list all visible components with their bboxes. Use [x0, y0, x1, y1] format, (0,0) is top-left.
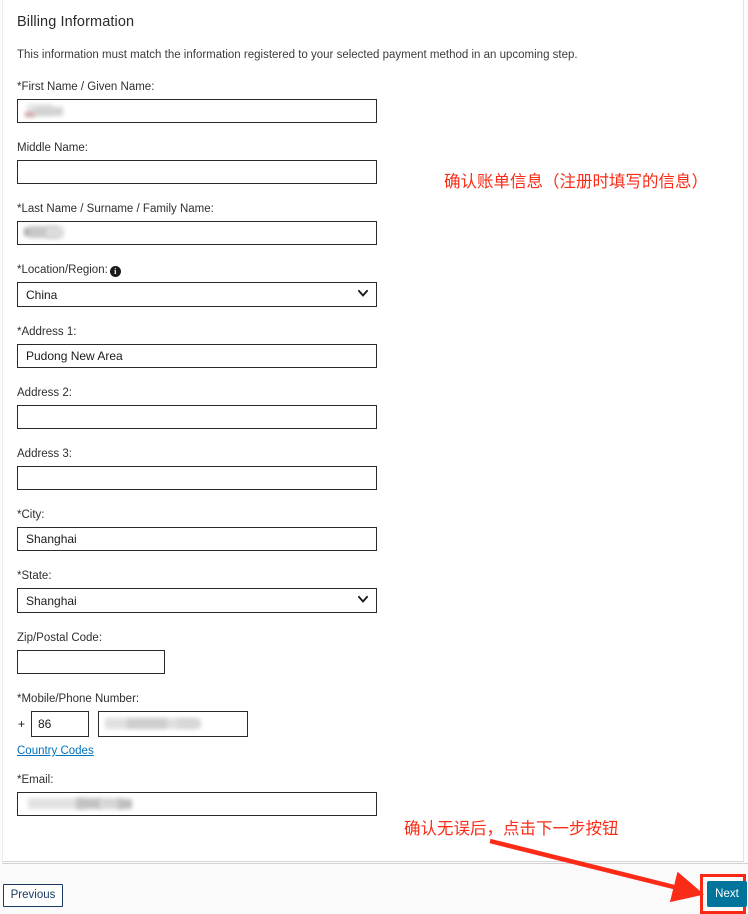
annotation-billing-info: 确认账单信息（注册时填写的信息） [444, 172, 708, 191]
middle-name-label: Middle Name: [17, 142, 88, 154]
phone-number-input[interactable] [98, 711, 248, 737]
address-2-label: Address 2: [17, 387, 72, 399]
page-description: This information must match the informat… [17, 49, 578, 61]
location-region-select[interactable]: China [17, 282, 377, 307]
email-input[interactable] [17, 792, 377, 816]
first-name-label: *First Name / Given Name: [17, 81, 155, 93]
middle-name-input[interactable] [17, 160, 377, 184]
annotation-click-next: 确认无误后，点击下一步按钮 [404, 819, 619, 838]
page-title: Billing Information [17, 14, 135, 30]
address-3-input[interactable] [17, 466, 377, 490]
field-last-name: *Last Name / Surname / Family Name: [17, 202, 729, 245]
address-1-label: *Address 1: [17, 326, 77, 338]
zip-label: Zip/Postal Code: [17, 632, 103, 644]
city-input[interactable] [17, 527, 377, 551]
billing-form-card: Billing Information This information mus… [2, 0, 744, 862]
field-state: *State: Shanghai [17, 569, 729, 613]
address-2-input[interactable] [17, 405, 377, 429]
address-1-input[interactable] [17, 344, 377, 368]
field-phone: *Mobile/Phone Number: + Country Codes [17, 692, 729, 759]
info-icon[interactable]: i [109, 266, 121, 277]
city-label: *City: [17, 509, 45, 521]
previous-button[interactable]: Previous [3, 884, 63, 907]
zip-input[interactable] [17, 650, 165, 674]
phone-label: *Mobile/Phone Number: [17, 693, 140, 705]
field-email: *Email: [17, 773, 729, 816]
last-name-label: *Last Name / Surname / Family Name: [17, 203, 214, 215]
field-zip-postal-code: Zip/Postal Code: [17, 631, 729, 674]
phone-country-code-input[interactable] [31, 711, 89, 737]
first-name-input[interactable] [17, 99, 377, 123]
location-region-label-text: *Location/Region: [17, 264, 108, 276]
email-label: *Email: [17, 774, 54, 786]
next-button[interactable]: Next [707, 881, 747, 907]
state-label: *State: [17, 570, 52, 582]
field-address-3: Address 3: [17, 447, 729, 490]
field-first-name: *First Name / Given Name: [17, 80, 729, 123]
field-location-region: *Location/Region: i China [17, 263, 729, 307]
address-3-label: Address 3: [17, 448, 72, 460]
billing-information-page: Billing Information This information mus… [0, 0, 748, 914]
country-codes-link[interactable]: Country Codes [17, 745, 94, 757]
state-select[interactable]: Shanghai [17, 588, 377, 613]
field-address-2: Address 2: [17, 386, 729, 429]
location-region-label: *Location/Region: i [17, 263, 729, 277]
last-name-input[interactable] [17, 221, 377, 245]
footer-bar [0, 864, 748, 914]
phone-plus-sign: + [18, 717, 26, 731]
field-city: *City: [17, 508, 729, 551]
field-address-1: *Address 1: [17, 325, 729, 368]
